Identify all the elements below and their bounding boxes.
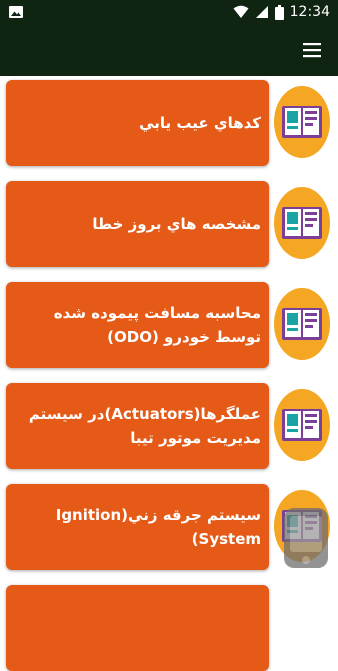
signal-icon [255,6,268,18]
book-icon [274,389,330,461]
app-bar [0,24,338,76]
topic-card[interactable]: مشخصه هاي بروز خطا [6,181,269,267]
topic-label: مشخصه هاي بروز خطا [92,215,261,233]
list-item[interactable]: مشخصه هاي بروز خطا [0,181,338,267]
book-icon [274,288,330,360]
topic-card[interactable] [6,585,269,671]
hamburger-menu-icon[interactable] [302,40,322,60]
topic-card[interactable]: سيستم جرقه زني(Ignition System) [6,484,269,570]
list-item[interactable]: محاسبه مسافت پيموده شده توسط خودرو (ODO) [0,282,338,368]
wifi-icon [233,5,249,18]
topic-label: سيستم جرقه زني(Ignition System) [55,506,261,548]
topic-label: عملگرها(Actuators)در سيستم مديريت موتور … [28,405,261,447]
list-item[interactable]: عملگرها(Actuators)در سيستم مديريت موتور … [0,383,338,469]
topic-label: محاسبه مسافت پيموده شده توسط خودرو (ODO) [53,304,261,346]
topic-card[interactable]: محاسبه مسافت پيموده شده توسط خودرو (ODO) [6,282,269,368]
list-item[interactable]: كدهاي عيب يابي [0,80,338,166]
topic-card[interactable]: كدهاي عيب يابي [6,80,269,166]
topic-card[interactable]: عملگرها(Actuators)در سيستم مديريت موتور … [6,383,269,469]
battery-icon [274,4,284,20]
book-icon [274,86,330,158]
status-bar: 12:34 [0,0,338,24]
list-item[interactable] [0,585,338,671]
image-icon [9,6,23,18]
status-time: 12:34 [289,4,330,20]
topic-label: كدهاي عيب يابي [139,114,261,132]
book-icon [274,187,330,259]
phone-shortcut-icon[interactable] [280,506,332,570]
